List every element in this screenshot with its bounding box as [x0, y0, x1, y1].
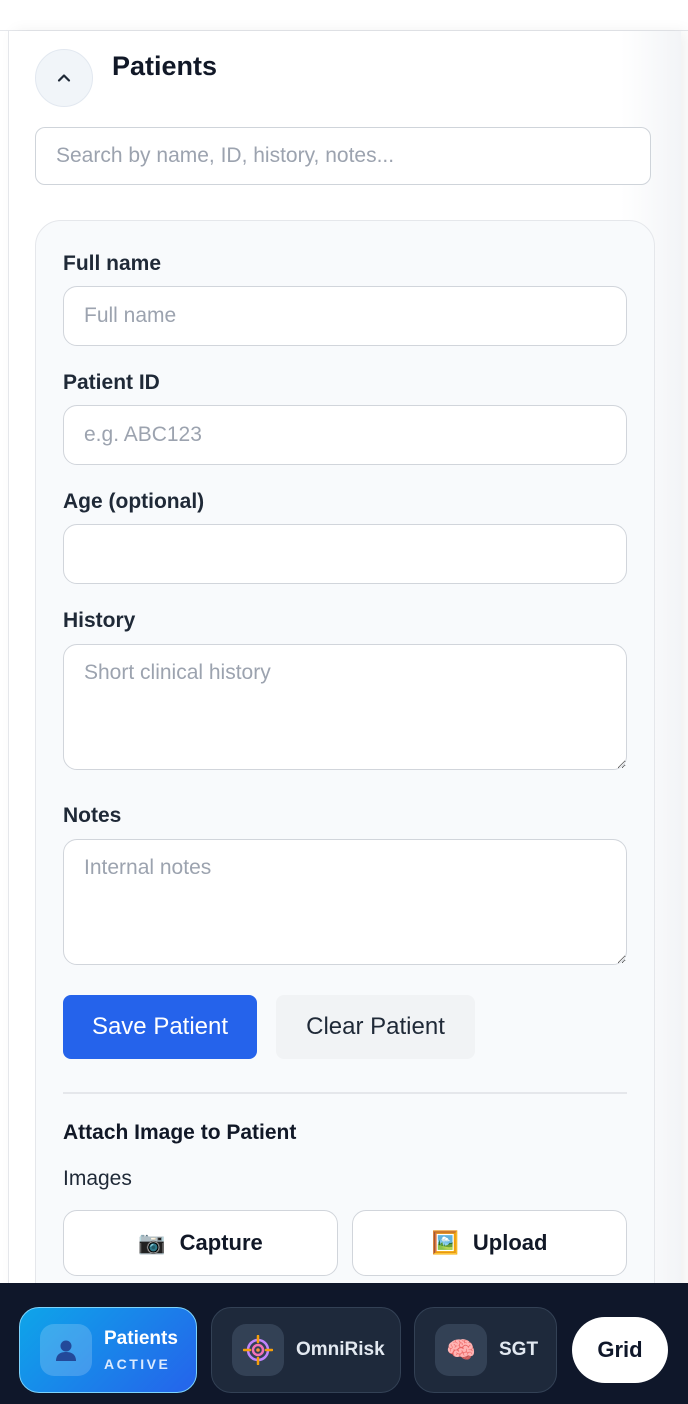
- nav-sgt[interactable]: 🧠 SGT: [414, 1307, 557, 1393]
- full-name-field[interactable]: [63, 286, 627, 346]
- images-label: Images: [63, 1167, 132, 1190]
- history-textarea[interactable]: [63, 644, 627, 770]
- capture-button[interactable]: 📷 Capture: [63, 1210, 338, 1276]
- camera-icon: 📷: [138, 1230, 166, 1255]
- upload-button[interactable]: 🖼️ Upload: [352, 1210, 627, 1276]
- nav-omnirisk-label: OmniRisk: [296, 1339, 385, 1360]
- nav-grid-button[interactable]: Grid: [572, 1317, 668, 1383]
- history-label: History: [63, 609, 136, 632]
- notes-textarea[interactable]: [63, 839, 627, 965]
- nav-patients-label: Patients: [104, 1328, 178, 1349]
- top-bar: [0, 0, 688, 31]
- full-name-label: Full name: [63, 252, 162, 275]
- panel-title: Patients: [112, 51, 218, 81]
- attach-image-heading: Attach Image to Patient: [63, 1121, 297, 1144]
- save-patient-button[interactable]: Save Patient: [63, 995, 257, 1059]
- picture-icon: 🖼️: [431, 1230, 459, 1255]
- collapse-button[interactable]: [35, 49, 93, 107]
- user-icon: [40, 1324, 92, 1376]
- notes-label: Notes: [63, 804, 122, 827]
- search-input[interactable]: [35, 127, 651, 185]
- age-field[interactable]: [63, 524, 627, 584]
- patients-panel: Patients Full name Patient ID Age (optio…: [8, 31, 681, 1340]
- brain-icon: 🧠: [435, 1324, 487, 1376]
- capture-label: Capture: [179, 1230, 263, 1255]
- patient-form: Full name Patient ID Age (optional) Hist…: [35, 220, 655, 1340]
- clear-patient-button[interactable]: Clear Patient: [276, 995, 475, 1059]
- chevron-up-icon: [57, 74, 71, 82]
- nav-sgt-label: SGT: [499, 1339, 539, 1360]
- divider: [63, 1092, 627, 1094]
- patient-id-field[interactable]: [63, 405, 627, 465]
- nav-omnirisk[interactable]: OmniRisk: [211, 1307, 401, 1393]
- nav-active-badge: ACTIVE: [104, 1356, 171, 1372]
- patient-id-label: Patient ID: [63, 371, 160, 394]
- nav-patients[interactable]: Patients ACTIVE: [19, 1307, 197, 1393]
- target-icon: [232, 1324, 284, 1376]
- upload-label: Upload: [472, 1230, 548, 1255]
- age-label: Age (optional): [63, 490, 205, 513]
- bottom-nav: Patients ACTIVE OmniRisk 🧠 SGT Grid: [0, 1283, 688, 1404]
